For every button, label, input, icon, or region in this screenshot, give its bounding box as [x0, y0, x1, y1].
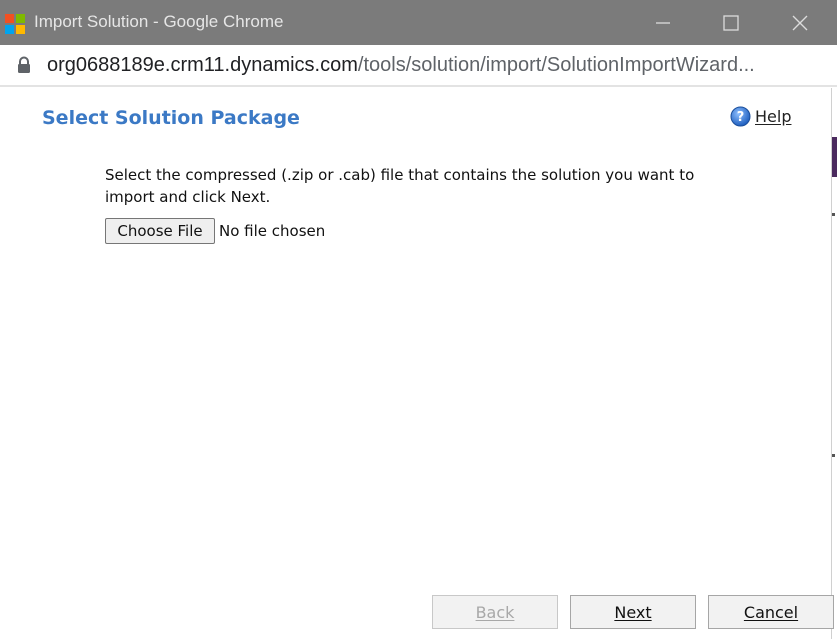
help-label: Help: [755, 106, 792, 126]
background-window-mark: [832, 213, 835, 216]
minimize-icon: [656, 22, 670, 24]
back-button[interactable]: Back: [432, 595, 558, 629]
window-title: Import Solution - Google Chrome: [34, 12, 284, 31]
svg-text:?: ?: [737, 110, 745, 125]
background-window-mark: [832, 454, 835, 457]
minimize-button[interactable]: [643, 8, 683, 38]
help-link[interactable]: ? Help: [730, 104, 791, 128]
instructions-text: Select the compressed (.zip or .cab) fil…: [105, 166, 695, 206]
next-button[interactable]: Next: [570, 595, 696, 629]
file-input[interactable]: Choose File No file chosen: [105, 218, 325, 244]
cancel-button[interactable]: Cancel: [708, 595, 834, 629]
microsoft-logo-icon: [5, 14, 25, 34]
help-question-icon: ?: [730, 106, 751, 126]
close-button[interactable]: [780, 8, 820, 38]
lock-icon: [18, 56, 30, 73]
url-domain: org0688189e.crm11.dynamics.com: [47, 54, 358, 76]
window-titlebar[interactable]: Import Solution - Google Chrome: [0, 0, 837, 45]
file-status-text: No file chosen: [219, 222, 326, 240]
maximize-button[interactable]: [711, 8, 751, 38]
address-bar[interactable]: org0688189e.crm11.dynamics.com/tools/sol…: [0, 45, 837, 85]
page-title: Select Solution Package: [42, 107, 300, 129]
maximize-icon: [723, 15, 739, 31]
close-icon: [792, 15, 808, 31]
url-path: /tools/solution/import/SolutionImportWiz…: [357, 54, 755, 76]
background-window-accent: [832, 137, 837, 177]
address-bar-divider: [0, 85, 837, 87]
url-text[interactable]: org0688189e.crm11.dynamics.com/tools/sol…: [47, 54, 755, 77]
choose-file-button[interactable]: Choose File: [105, 218, 215, 244]
import-solution-window: Import Solution - Google Chrome org06881…: [0, 0, 837, 639]
